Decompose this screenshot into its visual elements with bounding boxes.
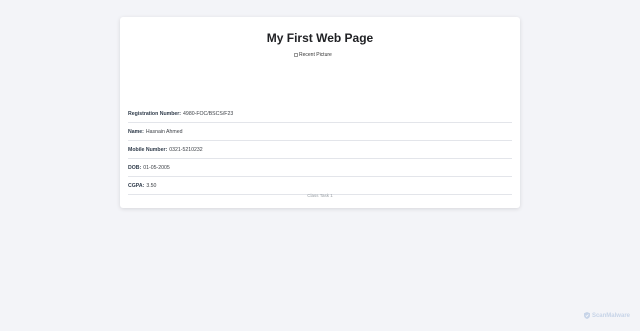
info-row-dob: DOB: 01-05-2005 — [128, 159, 512, 177]
info-value: 3.50 — [146, 182, 157, 189]
info-value: 4980-FOC/BSCS/F23 — [183, 110, 234, 117]
info-label: Mobile Number: — [128, 146, 168, 153]
recent-picture: Recent Picture — [294, 52, 332, 58]
info-row-registration-number: Registration Number: 4980-FOC/BSCS/F23 — [128, 105, 512, 123]
info-label: Registration Number: — [128, 110, 182, 117]
info-label: Name: — [128, 128, 144, 135]
content-card: My First Web Page Recent Picture Registr… — [120, 17, 520, 208]
watermark-text: ScanMalware — [591, 312, 630, 319]
footer-text: Class Task 1 — [307, 193, 333, 198]
broken-image-icon — [294, 53, 298, 57]
info-row-mobile-number: Mobile Number: 0321-5210232 — [128, 141, 512, 159]
shield-icon — [583, 312, 590, 319]
info-value: 01-05-2005 — [143, 164, 170, 171]
info-label: DOB: — [128, 164, 142, 171]
info-value: Hasnain Ahmed — [145, 128, 183, 135]
page-title: My First Web Page — [266, 31, 374, 45]
info-value: 0321-5210232 — [169, 146, 203, 153]
info-row-name: Name: Hasnain Ahmed — [128, 123, 512, 141]
scanmalware-watermark: ScanMalware — [583, 312, 630, 319]
info-label: CGPA: — [128, 182, 145, 189]
image-alt-text: Recent Picture — [299, 52, 332, 58]
info-list: Registration Number: 4980-FOC/BSCS/F23 N… — [128, 105, 512, 195]
